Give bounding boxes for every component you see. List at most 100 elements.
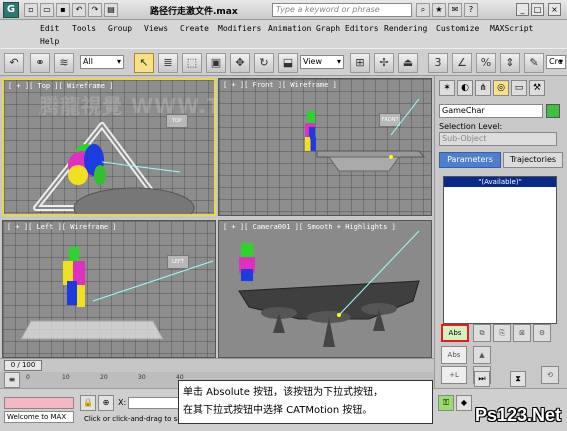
layer-copy-icon[interactable]: ⧉ <box>473 324 491 342</box>
new-file-icon[interactable]: ▫ <box>24 3 38 17</box>
menu-views[interactable]: Views <box>144 24 168 33</box>
viewport-top[interactable]: 腾龍視覺 WWW.TLVI.NET [ + ][ Top ][ Wirefram… <box>2 78 216 216</box>
spinner-snap-icon[interactable]: ⇕ <box>500 53 520 73</box>
site-brand-watermark: Ps123.Net <box>474 405 561 425</box>
create-tab-icon[interactable]: ✶ <box>439 80 455 96</box>
list-item[interactable]: "(Available)" <box>444 177 556 187</box>
layer-list[interactable]: "(Available)" <box>443 176 557 324</box>
select-link-icon[interactable]: ⚭ <box>30 53 50 73</box>
window-crossing-icon[interactable]: ▣ <box>206 53 226 73</box>
x-coordinate-field[interactable] <box>128 397 180 409</box>
layer-delete-icon[interactable]: ⊠ <box>513 324 531 342</box>
tick-label: 20 <box>100 374 108 381</box>
viewport-camera[interactable]: [ + ][ Camera001 ][ Smooth + Highlights … <box>218 220 432 358</box>
title-bar: G ▫ ▭ ▪ ↶ ↷ ▤ 路径行走激文件.max Type a keyword… <box>0 0 567 20</box>
front-scene <box>305 98 426 172</box>
abs-menu-local[interactable]: +L <box>441 366 467 384</box>
window-title: 路径行走激文件.max <box>150 7 238 17</box>
main-toolbar: ↶ ⚭ ≋ All ↖ ≣ ⬚ ▣ ✥ ↻ ⬓ View ⊞ ✢ ⏏ 3 ∠ %… <box>0 48 567 76</box>
undo-tool-icon[interactable]: ↶ <box>4 53 24 73</box>
layer-extra-icon[interactable]: ⟲ <box>541 366 559 384</box>
utilities-tab-icon[interactable]: ⚒ <box>529 80 545 96</box>
save-icon[interactable]: ▪ <box>56 3 70 17</box>
maxscript-listener-mini[interactable] <box>4 397 74 409</box>
subobject-select[interactable]: Sub-Object <box>439 132 557 146</box>
viewport-front[interactable]: [ + ][ Front ][ Wireframe ] FRONT <box>218 78 432 216</box>
motion-tab-icon[interactable]: ◎ <box>493 80 509 96</box>
maxscript-listener-output[interactable]: Welcome to MAX <box>4 411 74 423</box>
display-tab-icon[interactable]: ▭ <box>511 80 527 96</box>
prompt-line: Click or click-and-drag to sel <box>84 415 184 423</box>
undo-icon[interactable]: ↶ <box>72 3 86 17</box>
menu-animation[interactable]: Animation <box>268 24 311 33</box>
close-button[interactable]: × <box>548 3 561 16</box>
viewport-left[interactable]: [ + ][ Left ][ Wireframe ] LEFT <box>2 220 216 358</box>
absolute-layer-button[interactable]: Abs <box>441 324 469 342</box>
rectangle-selection-icon[interactable]: ⬚ <box>182 53 202 73</box>
object-color-swatch[interactable] <box>546 104 560 118</box>
select-object-icon[interactable]: ↖ <box>134 53 154 73</box>
menu-tools[interactable]: Tools <box>72 24 96 33</box>
menu-maxscript[interactable]: MAXScript <box>490 24 533 33</box>
reference-coordinate-select[interactable]: View <box>300 55 344 69</box>
selection-filter-select[interactable]: All <box>80 55 124 69</box>
snaps-toggle-icon[interactable]: 3 <box>428 53 448 73</box>
menu-rendering[interactable]: Rendering <box>384 24 427 33</box>
project-icon[interactable]: ▤ <box>104 3 118 17</box>
tick-label: 10 <box>62 374 70 381</box>
layer-settings-icon[interactable]: ⚙ <box>533 324 551 342</box>
menu-edit[interactable]: Edit <box>40 24 59 33</box>
object-name-field[interactable]: GameChar <box>439 104 543 118</box>
bind-spacewarp-icon[interactable]: ≋ <box>54 53 74 73</box>
auto-key-icon[interactable]: ⚿ <box>438 395 454 411</box>
menu-help[interactable]: Help <box>40 37 59 46</box>
modify-tab-icon[interactable]: ◐ <box>457 80 473 96</box>
named-selection-icon[interactable]: ✎ <box>524 53 544 73</box>
create-selection-set-select[interactable]: Cre <box>546 55 566 69</box>
tab-parameters[interactable]: Parameters <box>439 152 501 168</box>
minimize-button[interactable]: _ <box>516 3 529 16</box>
menu-modifiers[interactable]: Modifiers <box>218 24 261 33</box>
menu-group[interactable]: Group <box>108 24 132 33</box>
menu-customize[interactable]: Customize <box>436 24 479 33</box>
redo-icon[interactable]: ↷ <box>88 3 102 17</box>
angle-snap-icon[interactable]: ∠ <box>452 53 472 73</box>
manipulate-icon[interactable]: ✢ <box>374 53 394 73</box>
keyboard-shortcut-icon[interactable]: ⏏ <box>398 53 418 73</box>
goto-end-icon[interactable]: ⏭ <box>474 371 490 387</box>
abs-menu-abs[interactable]: Abs <box>441 346 467 364</box>
set-key-icon[interactable]: ◆ <box>456 395 472 411</box>
time-slider[interactable]: 0 / 100 <box>0 358 434 372</box>
app-logo[interactable]: G <box>3 2 19 18</box>
callout-line-1: 单击 Absolute 按钮，该按钮为下拉式按钮， <box>183 387 384 398</box>
open-file-icon[interactable]: ▭ <box>40 3 54 17</box>
pivot-center-icon[interactable]: ⊞ <box>350 53 370 73</box>
tab-trajectories[interactable]: Trajectories <box>503 152 563 168</box>
layer-move-up-icon[interactable]: ▲ <box>473 346 491 364</box>
communication-icon[interactable]: ✉ <box>448 3 462 17</box>
top-scene <box>33 122 195 214</box>
lock-selection-icon[interactable]: 🔒 <box>80 395 96 411</box>
layer-paste-icon[interactable]: ⎘ <box>493 324 511 342</box>
time-slider-thumb[interactable]: 0 / 100 <box>4 360 42 371</box>
absolute-mode-icon[interactable]: ⊕ <box>98 395 114 411</box>
help-search-input[interactable]: Type a keyword or phrase <box>272 3 412 17</box>
tutorial-callout: 单击 Absolute 按钮，该按钮为下拉式按钮， 在其下拉式按钮中选择 CAT… <box>178 380 433 424</box>
menu-create[interactable]: Create <box>180 24 209 33</box>
select-rotate-icon[interactable]: ↻ <box>254 53 274 73</box>
binoculars-icon[interactable]: ⌕ <box>416 3 430 17</box>
left-scene <box>20 247 214 340</box>
select-move-icon[interactable]: ✥ <box>230 53 250 73</box>
hierarchy-tab-icon[interactable]: ⋔ <box>475 80 491 96</box>
command-panel: ✶ ◐ ⋔ ◎ ▭ ⚒ GameChar Selection Level: Su… <box>434 76 567 388</box>
track-bar-toggle-icon[interactable]: ≡ <box>4 372 20 388</box>
select-by-name-icon[interactable]: ≣ <box>158 53 178 73</box>
help-icon[interactable]: ? <box>464 3 478 17</box>
tick-label: 30 <box>138 374 146 381</box>
menu-graph-editors[interactable]: Graph Editors <box>316 24 379 33</box>
maximize-button[interactable]: □ <box>531 3 544 16</box>
select-scale-icon[interactable]: ⬓ <box>278 53 298 73</box>
subscription-icon[interactable]: ★ <box>432 3 446 17</box>
time-config-icon[interactable]: ⧗ <box>510 371 526 387</box>
percent-snap-icon[interactable]: % <box>476 53 496 73</box>
